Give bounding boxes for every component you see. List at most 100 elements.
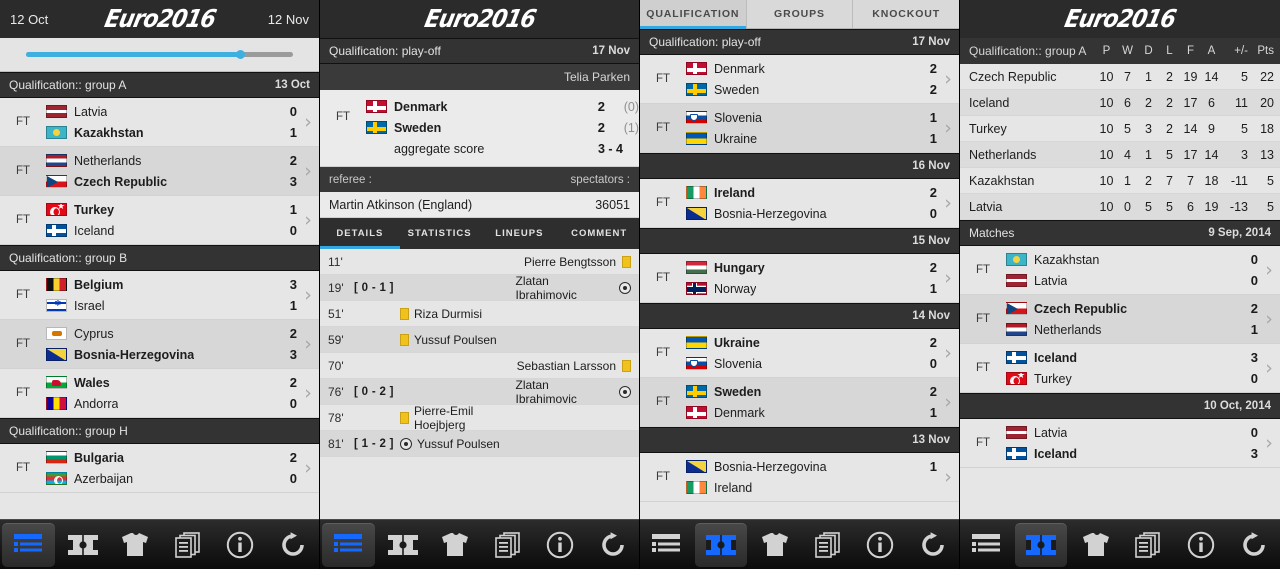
match-row[interactable]: FT Sweden Denmark 2 1 › bbox=[640, 378, 959, 427]
documents-icon bbox=[1133, 531, 1163, 558]
home-score: 1 bbox=[929, 110, 937, 125]
match-event-row[interactable]: 11' Pierre Bengtsson bbox=[320, 249, 639, 275]
match-tab-statistics[interactable]: STATISTICS bbox=[400, 218, 480, 249]
match-row[interactable]: FT Bulgaria Azerbaijan 2 0 › bbox=[0, 444, 319, 493]
tab-qualification[interactable]: QUALIFICATION bbox=[640, 0, 747, 29]
match-row[interactable]: FT Slovenia Ukraine 1 1 › bbox=[640, 104, 959, 153]
toolbar-list-button[interactable] bbox=[2, 522, 55, 567]
toolbar-pitch-button[interactable] bbox=[1014, 522, 1068, 567]
tab-knockout[interactable]: KNOCKOUT bbox=[853, 0, 959, 28]
toolbar-info-button[interactable] bbox=[534, 523, 587, 567]
chevron-right-icon[interactable]: › bbox=[937, 467, 959, 487]
match-row[interactable]: FTIcelandTurkey30› bbox=[960, 344, 1280, 393]
standings-row[interactable]: Iceland 10 6 2 2 17 6 11 20 bbox=[960, 90, 1280, 116]
home-team-name: Latvia bbox=[1034, 425, 1068, 440]
chevron-right-icon[interactable]: › bbox=[297, 210, 319, 230]
match-event-row[interactable]: 59' Yussuf Poulsen bbox=[320, 327, 639, 353]
date-range-end[interactable]: 12 Nov bbox=[255, 12, 309, 27]
yellow-card-icon bbox=[622, 359, 631, 372]
toolbar-shirt-button[interactable] bbox=[1069, 523, 1122, 567]
toolbar-list-button[interactable] bbox=[960, 523, 1013, 567]
standings-played: 10 bbox=[1099, 147, 1114, 162]
match-row[interactable]: FT Bosnia-Herzegovina Ireland 1 › bbox=[640, 453, 959, 502]
toolbar-shirt-button[interactable] bbox=[429, 523, 482, 567]
chevron-right-icon[interactable]: › bbox=[937, 268, 959, 288]
match-tab-comment[interactable]: COMMENT bbox=[559, 218, 639, 249]
standings-row[interactable]: Czech Republic 10 7 1 2 19 14 5 22 bbox=[960, 64, 1280, 90]
toolbar-info-button[interactable] bbox=[1175, 523, 1228, 567]
toolbar-refresh-button[interactable] bbox=[267, 523, 320, 567]
toolbar-refresh-button[interactable] bbox=[587, 523, 640, 567]
standings-row[interactable]: Latvia 10 0 5 5 6 19 -13 5 bbox=[960, 194, 1280, 220]
toolbar-info-button[interactable] bbox=[214, 523, 267, 567]
chevron-right-icon[interactable]: › bbox=[1258, 433, 1280, 453]
match-row[interactable]: FT Wales Andorra 2 0 › bbox=[0, 369, 319, 418]
seekbar-thumb[interactable] bbox=[235, 50, 245, 59]
match-row[interactable]: FT Netherlands Czech Republic 2 3 › bbox=[0, 147, 319, 196]
chevron-right-icon[interactable]: › bbox=[937, 193, 959, 213]
chevron-right-icon[interactable]: › bbox=[937, 118, 959, 138]
match-row[interactable]: FTBelgiumIsrael31› bbox=[0, 271, 319, 320]
match-row[interactable]: FT Kazakhstan Latvia 0 0 › bbox=[960, 246, 1280, 295]
home-score: 2 bbox=[929, 185, 937, 200]
date-seekbar[interactable] bbox=[26, 50, 293, 59]
match-row[interactable]: FT Hungary Norway 2 1 › bbox=[640, 254, 959, 303]
chevron-right-icon[interactable]: › bbox=[297, 383, 319, 403]
toolbar-list-button[interactable] bbox=[640, 523, 693, 567]
flag-iceland-icon bbox=[1006, 447, 1027, 460]
match-row[interactable]: FTTurkeyIceland10› bbox=[0, 196, 319, 245]
toolbar-pitch-button[interactable] bbox=[57, 523, 110, 567]
match-row[interactable]: FT Ukraine Slovenia 2 0 › bbox=[640, 329, 959, 378]
match-row[interactable]: FT Latvia Kazakhstan 0 1 › bbox=[0, 98, 319, 147]
toolbar-documents-button[interactable] bbox=[482, 523, 535, 567]
match-tab-details[interactable]: DETAILS bbox=[320, 218, 400, 249]
match-row[interactable]: FT Denmark Sweden 2 2 › bbox=[640, 55, 959, 104]
match-event-row[interactable]: 70' Sebastian Larsson bbox=[320, 353, 639, 379]
chevron-right-icon[interactable]: › bbox=[937, 69, 959, 89]
toolbar-shirt-button[interactable] bbox=[749, 523, 802, 567]
match-scoreboard[interactable]: FT Denmark 2 (0) Sweden 2 (1) aggregate … bbox=[320, 90, 639, 167]
chevron-right-icon[interactable]: › bbox=[1258, 358, 1280, 378]
tab-groups[interactable]: GROUPS bbox=[746, 0, 854, 28]
chevron-right-icon[interactable]: › bbox=[297, 285, 319, 305]
standings-row[interactable]: Netherlands 10 4 1 5 17 14 3 13 bbox=[960, 142, 1280, 168]
chevron-right-icon[interactable]: › bbox=[297, 458, 319, 478]
chevron-right-icon[interactable]: › bbox=[297, 112, 319, 132]
toolbar-documents-button[interactable] bbox=[162, 523, 215, 567]
flag-bosnia-herzegovina-icon bbox=[686, 460, 707, 473]
toolbar-documents-button[interactable] bbox=[1122, 523, 1175, 567]
panel-standings: Euro2016 Qualification:: group A P W D L F A +/… bbox=[960, 0, 1280, 569]
match-tab-lineups[interactable]: LINEUPS bbox=[480, 218, 560, 249]
toolbar-list-button[interactable] bbox=[322, 522, 375, 567]
chevron-right-icon[interactable]: › bbox=[937, 392, 959, 412]
match-event-row[interactable]: 76' [ 0 - 2 ] Zlatan Ibrahimovic bbox=[320, 378, 639, 406]
toolbar-pitch-button[interactable] bbox=[694, 522, 747, 567]
chevron-right-icon[interactable]: › bbox=[297, 334, 319, 354]
match-row[interactable]: FT Ireland Bosnia-Herzegovina 2 0 › bbox=[640, 179, 959, 228]
toolbar-pitch-button[interactable] bbox=[377, 523, 430, 567]
event-minute: 78' bbox=[328, 410, 344, 425]
toolbar-refresh-button[interactable] bbox=[907, 523, 960, 567]
match-event-row[interactable]: 19' [ 0 - 1 ] Zlatan Ibrahimovic bbox=[320, 274, 639, 302]
toolbar-shirt-button[interactable] bbox=[109, 523, 162, 567]
toolbar-info-button[interactable] bbox=[854, 523, 907, 567]
toolbar-refresh-button[interactable] bbox=[1227, 523, 1280, 567]
match-row[interactable]: FT Cyprus Bosnia-Herzegovina 2 3 › bbox=[0, 320, 319, 369]
home-score: 3 bbox=[1250, 350, 1258, 365]
match-event-row[interactable]: 81' [ 1 - 2 ] Yussuf Poulsen bbox=[320, 431, 639, 457]
toolbar-documents-button[interactable] bbox=[802, 523, 855, 567]
standings-row[interactable]: Kazakhstan 10 1 2 7 7 18 -11 5 bbox=[960, 168, 1280, 194]
chevron-right-icon[interactable]: › bbox=[1258, 260, 1280, 280]
away-score: 3 bbox=[289, 174, 297, 189]
match-event-row[interactable]: 78' Pierre-Emil Hoejbjerg bbox=[320, 404, 639, 432]
match-row[interactable]: FT Czech Republic Netherlands 2 1 › bbox=[960, 295, 1280, 344]
date-seekbar-container[interactable] bbox=[0, 38, 319, 72]
match-event-row[interactable]: 51' Riza Durmisi bbox=[320, 301, 639, 327]
chevron-right-icon[interactable]: › bbox=[297, 161, 319, 181]
standings-team-name: Turkey bbox=[969, 121, 1007, 136]
date-range-start[interactable]: 12 Oct bbox=[10, 12, 64, 27]
chevron-right-icon[interactable]: › bbox=[937, 343, 959, 363]
chevron-right-icon[interactable]: › bbox=[1258, 309, 1280, 329]
standings-row[interactable]: Turkey 10 5 3 2 14 9 5 18 bbox=[960, 116, 1280, 142]
match-row[interactable]: FT Latvia Iceland 0 3 › bbox=[960, 419, 1280, 468]
